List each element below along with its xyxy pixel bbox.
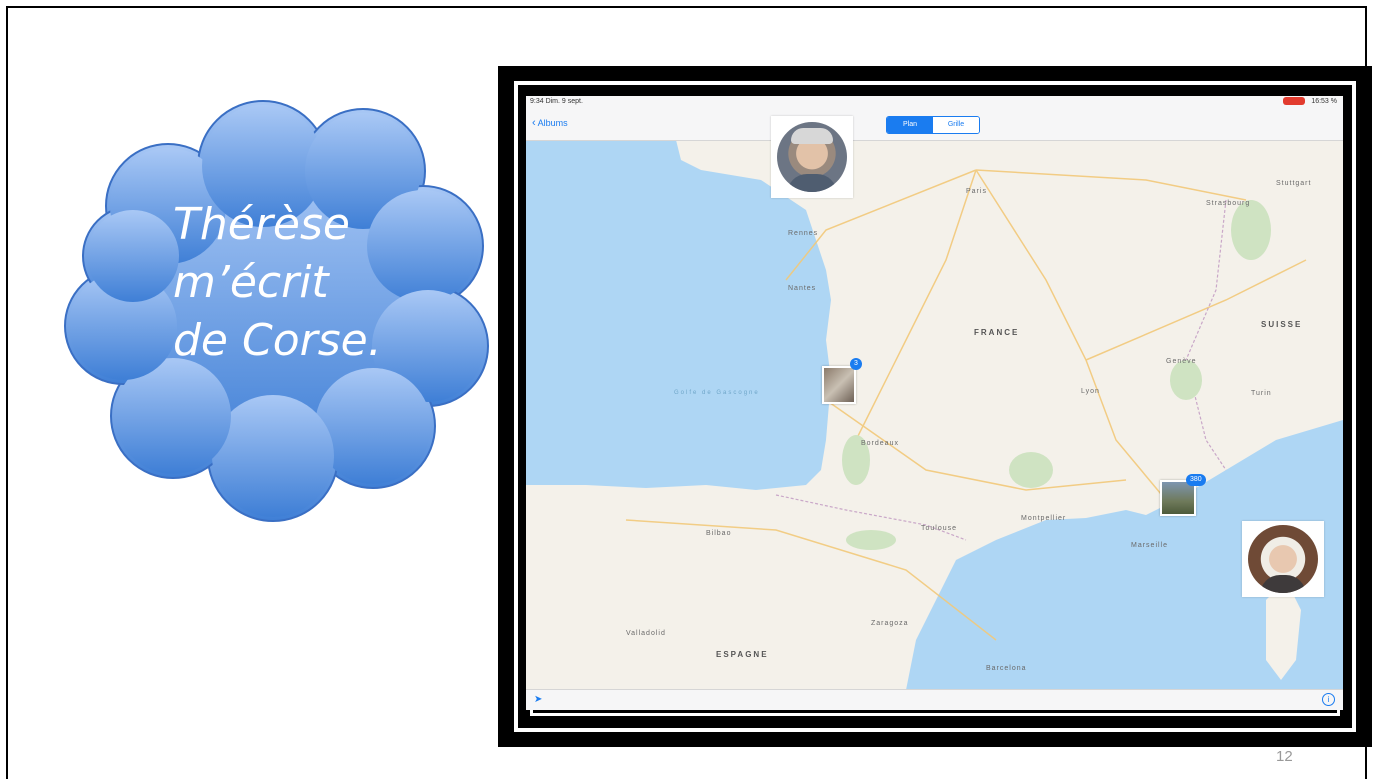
cloud-text: Thérèse m’écrit de Corse. [173,196,463,370]
status-time: 9:34 Dim. 9 sept. [530,98,583,105]
ipad-screen: FRANCE ESPAGNE SUISSE Golfe de Gascogne … [526,96,1343,710]
location-arrow-icon[interactable]: ➤ [534,694,542,705]
map-label-stuttgart: Stuttgart [1276,180,1312,187]
info-icon[interactable]: i [1322,693,1335,706]
map-label-strasbourg: Strasbourg [1206,200,1251,207]
slide: Thérèse m’écrit de Corse. FRANCE ESPAGNE… [6,6,1372,779]
segment-grille[interactable]: Grille [933,117,979,133]
page-number: 12 [1276,748,1293,765]
framed-screenshot: FRANCE ESPAGNE SUISSE Golfe de Gascogne … [498,66,1372,747]
chevron-left-icon: ‹ [532,117,536,129]
view-segmented-control[interactable]: Plan Grille [886,116,980,134]
map-label-barcelona: Barcelona [986,665,1027,672]
cloud-line-2: m’écrit [173,257,329,308]
photo-thumbnail [824,368,854,402]
map-canvas [526,140,1343,690]
photo-count-badge-east: 380 [1186,474,1206,486]
thought-cloud: Thérèse m’écrit de Corse. [63,96,503,536]
map-label-toulouse: Toulouse [921,525,958,532]
back-button[interactable]: ‹ Albums [532,117,570,129]
map-label-golfe: Golfe de Gascogne [674,390,760,396]
map-label-geneve: Genève [1166,358,1197,365]
map-label-bordeaux: Bordeaux [861,440,899,447]
map-label-lyon: Lyon [1081,388,1100,395]
cloud-line-1: Thérèse [173,199,350,250]
photo-cluster-west[interactable] [822,366,856,404]
segment-plan[interactable]: Plan [887,117,933,133]
bottom-toolbar: ➤ i [526,689,1343,710]
recording-indicator [1283,97,1306,106]
map-label-rennes: Rennes [788,230,819,237]
avatar-woman [1248,525,1318,593]
map-label-espagne: ESPAGNE [716,650,769,659]
map-label-montpellier: Montpellier [1021,515,1067,522]
map-label-turin: Turin [1251,390,1272,397]
avatar-card-man [771,116,853,198]
navigation-bar: ‹ Albums Plan Grille [526,108,1343,141]
status-battery: 16:53 % [1283,96,1337,108]
map-label-zaragoza: Zaragoza [871,620,909,627]
photo-count-badge-west: 3 [850,358,862,370]
photo-thumbnail [1162,482,1194,514]
cloud-line-3: de Corse. [173,315,382,366]
map-label-valladolid: Valladolid [626,630,666,637]
map-view[interactable]: FRANCE ESPAGNE SUISSE Golfe de Gascogne … [526,140,1343,690]
map-label-suisse: SUISSE [1261,320,1303,329]
avatar-card-woman [1242,521,1324,597]
status-bar: 9:34 Dim. 9 sept. 16:53 % [526,96,1343,108]
avatar-man [777,122,847,192]
map-label-bilbao: Bilbao [706,530,732,537]
map-label-nantes: Nantes [788,285,817,292]
map-label-france: FRANCE [974,328,1020,337]
map-label-paris: Paris [966,188,987,195]
map-label-marseille: Marseille [1131,542,1169,549]
